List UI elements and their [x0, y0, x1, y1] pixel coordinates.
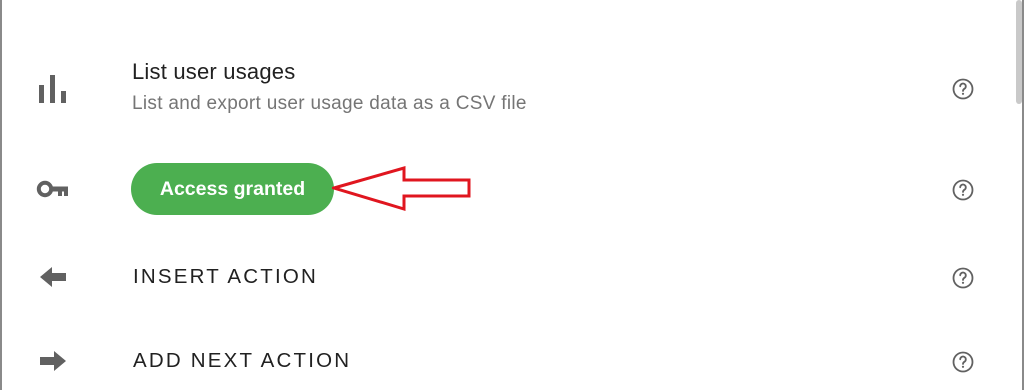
help-circle-icon[interactable]: [951, 77, 975, 101]
arrow-right-icon: [36, 344, 70, 378]
bar-chart-icon: [36, 72, 70, 106]
key-icon: [36, 172, 70, 206]
list-user-usages-subtitle: List and export user usage data as a CSV…: [132, 93, 527, 114]
insert-action-row[interactable]: INSERT ACTION: [0, 232, 1024, 318]
list-user-usages-title: List user usages: [132, 59, 296, 84]
arrow-left-icon: [36, 260, 70, 294]
add-next-action-row[interactable]: ADD NEXT ACTION: [0, 318, 1024, 390]
add-next-action-button[interactable]: ADD NEXT ACTION: [133, 349, 351, 373]
insert-action-button[interactable]: INSERT ACTION: [133, 265, 318, 289]
help-circle-icon[interactable]: [951, 266, 975, 290]
list-user-usages-row[interactable]: List user usages List and export user us…: [0, 0, 1024, 140]
access-granted-badge: Access granted: [131, 163, 334, 215]
help-circle-icon[interactable]: [951, 350, 975, 374]
annotation-arrow-icon: [332, 166, 471, 212]
help-circle-icon[interactable]: [951, 178, 975, 202]
